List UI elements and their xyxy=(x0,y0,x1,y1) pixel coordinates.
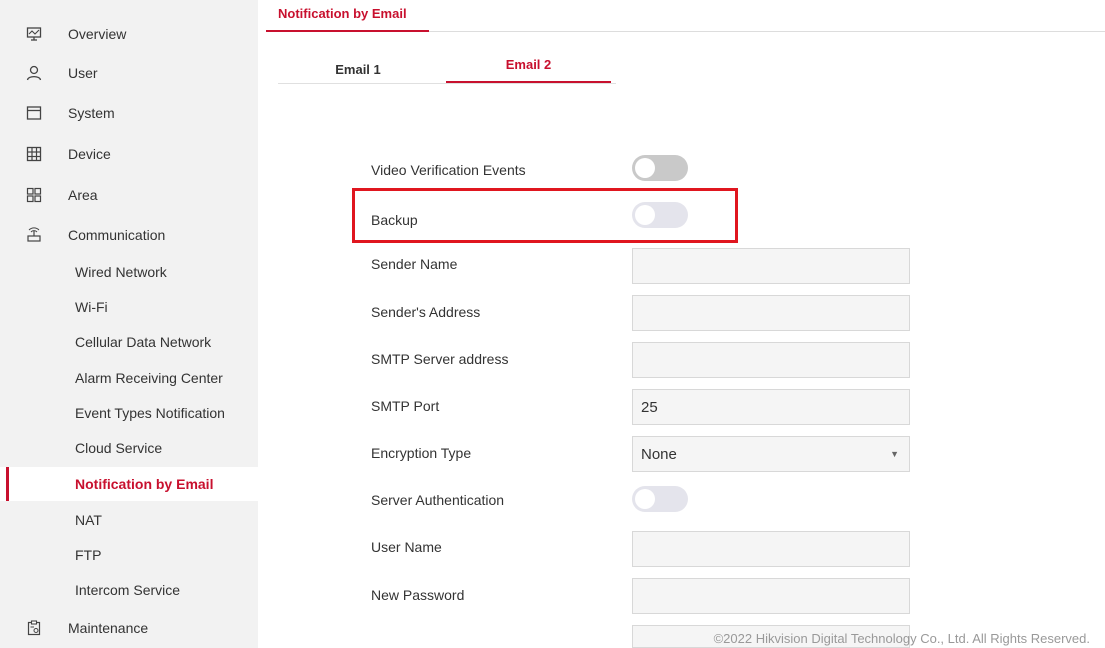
monitor-icon xyxy=(25,25,43,43)
sidebar: Overview User System Device Area Communi… xyxy=(0,0,258,648)
page-tab-active-underline xyxy=(266,30,429,32)
sidebar-subitem-label: Wired Network xyxy=(75,264,167,280)
sidebar-subitem-label: Event Types Notification xyxy=(75,405,225,421)
active-indicator xyxy=(6,467,9,501)
device-grid-icon xyxy=(25,145,43,163)
toggle-knob xyxy=(635,158,655,178)
tab-active-underline xyxy=(446,81,611,83)
user-icon xyxy=(25,64,43,82)
server-auth-label: Server Authentication xyxy=(371,492,505,508)
system-window-icon xyxy=(25,104,43,122)
sidebar-item-label: Device xyxy=(68,146,111,162)
toggle-knob xyxy=(635,489,655,509)
smtp-server-input[interactable] xyxy=(632,342,910,378)
sidebar-item-label: Area xyxy=(68,187,98,203)
communication-antenna-icon xyxy=(25,226,43,244)
sidebar-subitem-wifi[interactable]: Wi-Fi xyxy=(0,290,258,324)
video-verification-label: Video Verification Events xyxy=(371,162,526,178)
sidebar-subitem-intercom-service[interactable]: Intercom Service xyxy=(0,573,258,607)
sidebar-subitem-label: Cloud Service xyxy=(75,440,163,456)
sidebar-subitem-label: Wi-Fi xyxy=(75,299,108,315)
tab-email-1[interactable]: Email 1 xyxy=(278,62,438,77)
sidebar-subitem-cellular-data-network[interactable]: Cellular Data Network xyxy=(0,325,258,359)
sidebar-subitem-label: Alarm Receiving Center xyxy=(75,370,223,386)
page-tab-notification-by-email[interactable]: Notification by Email xyxy=(268,0,417,32)
sidebar-item-label: Maintenance xyxy=(68,620,149,636)
sidebar-item-communication[interactable]: Communication xyxy=(0,217,258,253)
sidebar-subitem-notification-by-email[interactable]: Notification by Email xyxy=(0,467,258,501)
encryption-type-label: Encryption Type xyxy=(371,445,472,461)
sidebar-subitem-label: Intercom Service xyxy=(75,582,181,598)
main-content: Notification by Email Email 1 Email 2 Vi… xyxy=(258,0,1105,648)
sidebar-subitem-event-types-notification[interactable]: Event Types Notification xyxy=(0,396,258,430)
video-verification-toggle[interactable] xyxy=(632,155,688,181)
sidebar-subitem-ftp[interactable]: FTP xyxy=(0,538,258,572)
sidebar-item-system[interactable]: System xyxy=(0,95,258,131)
sidebar-item-user[interactable]: User xyxy=(0,55,258,91)
backup-toggle[interactable] xyxy=(632,202,688,228)
smtp-port-label: SMTP Port xyxy=(371,398,440,414)
sender-name-input[interactable] xyxy=(632,248,910,284)
sidebar-item-label: Overview xyxy=(68,26,127,42)
sidebar-subitem-wired-network[interactable]: Wired Network xyxy=(0,255,258,289)
encryption-type-value: None xyxy=(641,445,677,463)
toggle-knob xyxy=(635,205,655,225)
sidebar-item-label: User xyxy=(68,65,98,81)
sender-address-label: Sender's Address xyxy=(371,304,481,320)
email-tabs-divider xyxy=(278,83,616,84)
sidebar-item-overview[interactable]: Overview xyxy=(0,16,258,52)
sidebar-item-label: System xyxy=(68,105,115,121)
maintenance-clipboard-icon xyxy=(25,619,43,637)
user-name-label: User Name xyxy=(371,539,442,555)
sidebar-subitem-cloud-service[interactable]: Cloud Service xyxy=(0,431,258,465)
sidebar-subitem-label: Cellular Data Network xyxy=(75,334,212,350)
server-auth-toggle[interactable] xyxy=(632,486,688,512)
sidebar-subitem-nat[interactable]: NAT xyxy=(0,503,258,537)
area-grid-icon xyxy=(25,186,43,204)
user-name-input[interactable] xyxy=(632,531,910,567)
sidebar-item-device[interactable]: Device xyxy=(0,136,258,172)
sidebar-subitem-label: Notification by Email xyxy=(75,476,214,492)
new-password-label: New Password xyxy=(371,587,465,603)
chevron-down-icon: ▼ xyxy=(890,449,899,459)
sidebar-item-area[interactable]: Area xyxy=(0,177,258,213)
backup-label: Backup xyxy=(371,212,418,228)
tab-email-2[interactable]: Email 2 xyxy=(446,57,611,72)
smtp-server-label: SMTP Server address xyxy=(371,351,509,367)
encryption-type-select[interactable]: None ▼ xyxy=(632,436,910,472)
sidebar-item-label: Communication xyxy=(68,227,166,243)
sender-address-input[interactable] xyxy=(632,295,910,331)
new-password-input[interactable] xyxy=(632,578,910,614)
smtp-port-input[interactable]: 25 xyxy=(632,389,910,425)
sidebar-subitem-alarm-receiving-center[interactable]: Alarm Receiving Center xyxy=(0,361,258,395)
footer-copyright: ©2022 Hikvision Digital Technology Co., … xyxy=(713,631,1090,646)
sidebar-subitem-label: NAT xyxy=(75,512,102,528)
sender-name-label: Sender Name xyxy=(371,256,458,272)
sidebar-item-maintenance[interactable]: Maintenance xyxy=(0,610,258,646)
sidebar-subitem-label: FTP xyxy=(75,547,102,563)
